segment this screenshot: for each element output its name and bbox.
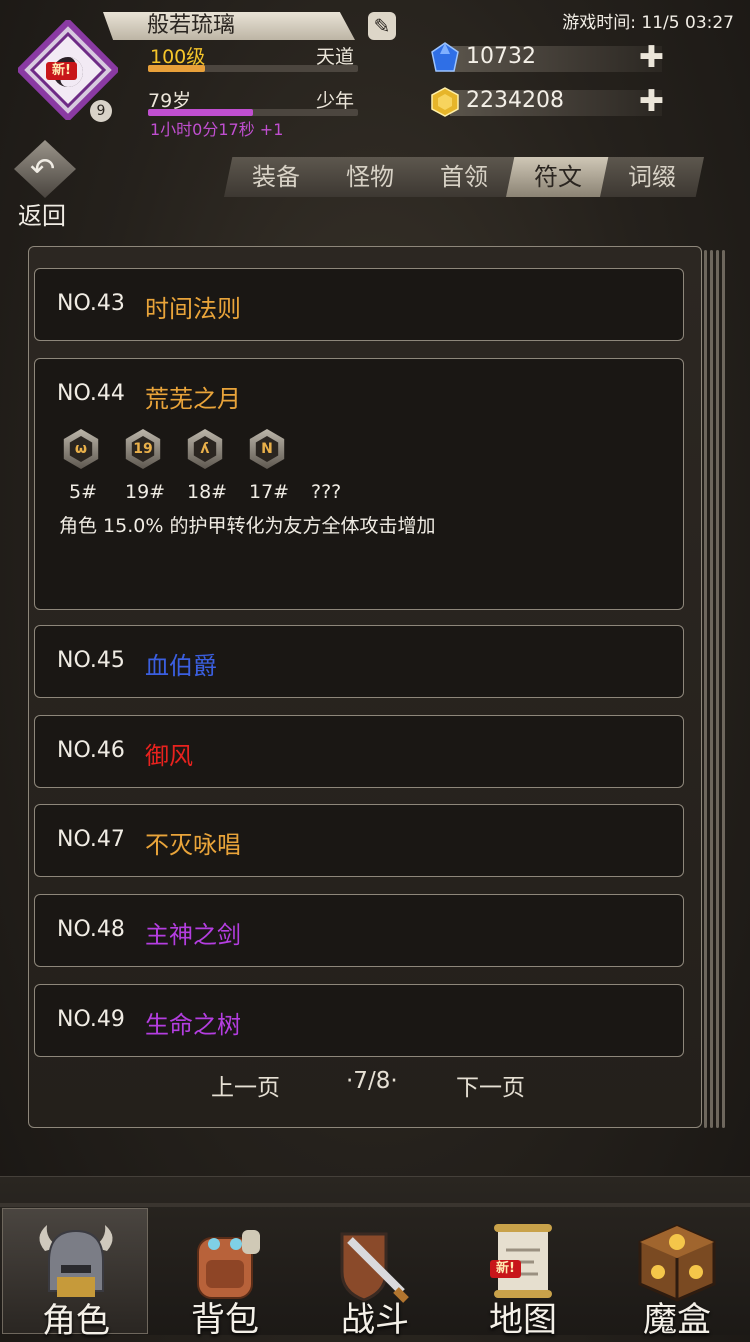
list-item[interactable]: NO.49 生命之树 [34,984,684,1057]
list-item[interactable]: NO.43 时间法则 [34,268,684,341]
back-button[interactable]: ↶ 返回 [8,140,88,230]
nav-character[interactable]: 角色 [2,1208,148,1341]
gold-counter: 2234208 ✚ [430,84,668,119]
entry-number: NO.49 [57,1007,125,1032]
age-progress-fill [148,109,253,116]
gem-icon [431,42,459,72]
entry-name: 御风 [145,742,193,770]
entry-name: 血伯爵 [145,652,217,680]
nav-backpack[interactable]: 背包 [152,1208,298,1340]
nav-battle[interactable]: 战斗 [302,1208,448,1340]
level-progress-fill [148,65,205,72]
rune-unknown-label: ??? [311,481,342,503]
entry-number: NO.45 [57,648,125,673]
rune-icon[interactable]: N [247,429,287,473]
age-row: 79岁 少年 [148,86,354,112]
player-name: 般若琉璃 [103,12,355,40]
prev-page-button[interactable]: 上一页 [211,1068,280,1102]
list-item[interactable]: NO.47 不灭咏唱 [34,804,684,877]
rune-icon[interactable]: 19 [123,429,163,473]
plus-icon[interactable]: ✚ [639,40,664,75]
rune-label: 19# [125,481,166,503]
entry-name: 不灭咏唱 [145,831,241,859]
back-arrow-icon: ↶ [30,152,56,187]
gems-counter: 10732 ✚ [430,40,668,75]
age-progress-bar [148,109,358,116]
list-item-expanded[interactable]: NO.44 荒芜之月 ω 19 ʎ N 5# 19# 18# 17# ??? 角… [34,358,684,610]
new-badge: 新! [490,1260,521,1278]
level-progress-bar [148,65,358,72]
entry-name: 生命之树 [145,1011,241,1039]
edit-icon[interactable]: ✎ [368,12,396,40]
tab-equipment[interactable]: 装备 [224,157,328,197]
level-row: 100级 天道 [148,42,354,68]
rune-label: 17# [249,481,290,503]
timer-text: 1小时0分17秒 +1 [150,120,284,139]
tab-affix[interactable]: 词缀 [600,157,704,197]
page-indicator: ·7/8· [346,1068,398,1094]
rune-label: 18# [187,481,228,503]
gems-value: 10732 [466,44,536,69]
tab-rune[interactable]: 符文 [506,157,610,197]
gold-icon [431,87,459,117]
rune-icon[interactable]: ω [61,429,101,473]
rune-icon[interactable]: ʎ [185,429,225,473]
nav-label: 角色 [42,1301,110,1341]
rune-description: 角色 15.0% 的护甲转化为友方全体攻击增加 [59,515,436,537]
entry-number: NO.47 [57,827,125,852]
gold-value: 2234208 [466,88,564,113]
nav-map[interactable]: 新! 地图 [450,1208,596,1340]
entry-number: NO.44 [57,381,125,406]
entry-number: NO.43 [57,291,125,316]
next-page-button[interactable]: 下一页 [456,1068,525,1102]
tab-monster[interactable]: 怪物 [318,157,422,197]
entry-name: 荒芜之月 [145,385,241,413]
list-item[interactable]: NO.46 御风 [34,715,684,788]
rune-label: 5# [69,481,98,503]
list-item[interactable]: NO.48 主神之剑 [34,894,684,967]
game-time: 游戏时间: 11/5 03:27 [562,13,734,33]
avatar-level-badge: 9 [90,100,112,122]
plus-icon[interactable]: ✚ [639,84,664,119]
entry-number: NO.48 [57,917,125,942]
entry-name: 主神之剑 [145,921,241,949]
new-badge: 新! [46,62,77,80]
back-label: 返回 [18,202,66,230]
entry-number: NO.46 [57,738,125,763]
player-avatar[interactable]: 新! 9 [15,17,121,123]
tab-boss[interactable]: 首领 [412,157,516,197]
list-item[interactable]: NO.45 血伯爵 [34,625,684,698]
entry-name: 时间法则 [145,295,241,323]
nav-magic-box[interactable]: 魔盒 [604,1208,750,1340]
